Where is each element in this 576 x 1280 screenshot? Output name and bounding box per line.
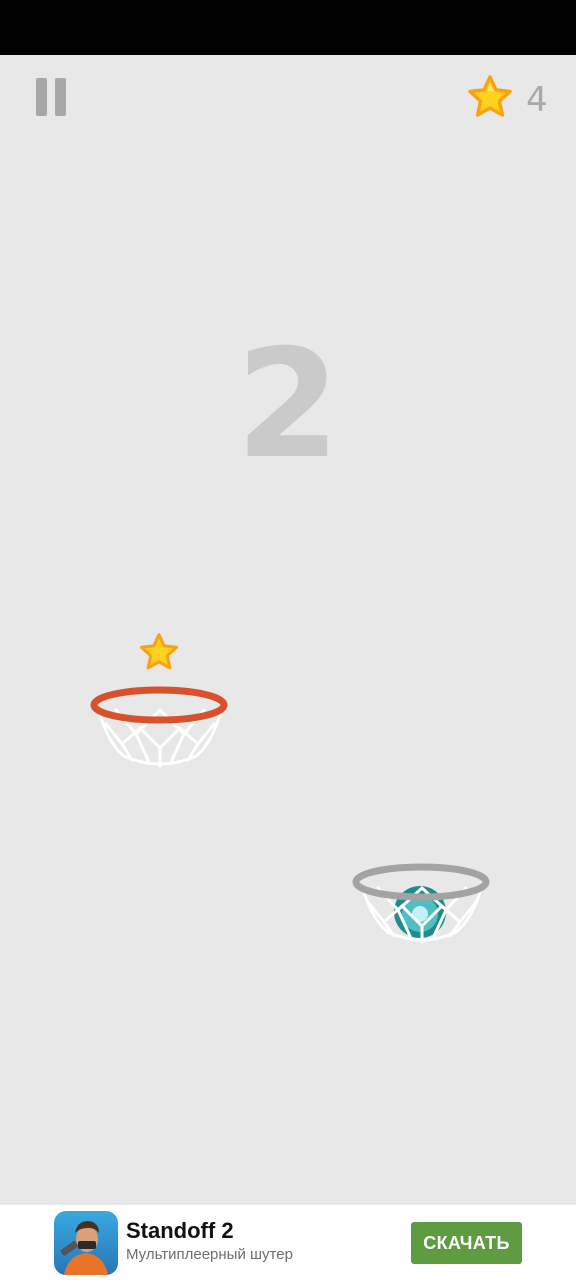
game-area[interactable] [0,55,576,1205]
ad-subtitle: Мультиплеерный шутер [126,1246,293,1263]
score-display: 2 [235,318,341,492]
target-hoop-rim [90,686,228,724]
ball-hoop [352,863,490,944]
ad-app-icon[interactable] [54,1211,118,1275]
pause-button[interactable] [34,78,68,118]
ad-title[interactable]: Standoff 2 [126,1218,234,1244]
ball-hoop-rim [352,863,490,901]
target-hoop [90,686,228,768]
bonus-star-icon[interactable] [138,632,180,674]
ad-download-button[interactable]: СКАЧАТЬ [411,1222,522,1264]
ad-banner[interactable]: Standoff 2 Мультиплеерный шутер СКАЧАТЬ [0,1205,576,1280]
star-count: 4 [526,80,548,120]
star-icon [468,75,512,117]
status-bar [0,0,576,55]
star-counter: 4 [466,74,566,122]
